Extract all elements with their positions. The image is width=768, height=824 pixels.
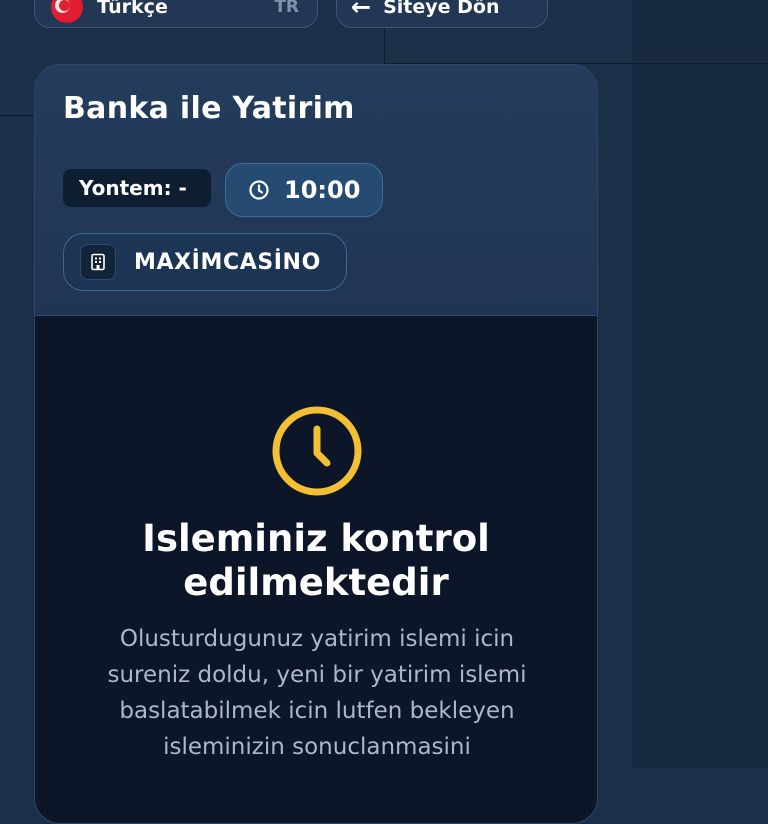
arrow-left-icon: ← <box>351 0 372 21</box>
background-panel <box>632 0 768 768</box>
card-header: Banka ile Yatirim Yontem: - 10:00 MAXİMC… <box>35 65 597 316</box>
deposit-card: Banka ile Yatirim Yontem: - 10:00 MAXİMC… <box>34 64 598 824</box>
status-desc-line: isleminizin sonuclanmasini <box>163 734 471 760</box>
back-to-site-label: Siteye Dön <box>383 0 500 18</box>
status-title-line: edilmektedir <box>183 561 449 604</box>
site-name: MAXİMCASİNO <box>134 249 321 275</box>
method-badge: Yontem: - <box>63 169 211 207</box>
status-desc-line: baslatabilmek icin lutfen bekleyen <box>119 698 515 724</box>
status-title-line: Isleminiz kontrol <box>142 517 490 560</box>
timer-value: 10:00 <box>284 176 361 204</box>
language-code: TR <box>274 0 299 17</box>
timer-badge: 10:00 <box>225 163 383 217</box>
status-description: Olusturdugunuz yatirim islemi icin suren… <box>65 621 569 765</box>
language-selector[interactable]: Türkçe TR <box>34 0 318 28</box>
page-title: Banka ile Yatirim <box>63 91 355 126</box>
turkey-flag-icon <box>51 0 83 23</box>
divider <box>0 115 34 116</box>
status-title: Isleminiz kontrol edilmektedir <box>35 517 597 605</box>
clock-icon <box>249 180 269 200</box>
status-desc-line: Olusturdugunuz yatirim islemi icin <box>119 626 515 652</box>
back-to-site-button[interactable]: ← Siteye Dön <box>336 0 548 28</box>
clock-large-icon <box>272 406 362 496</box>
site-badge: MAXİMCASİNO <box>63 233 347 291</box>
building-icon <box>80 244 116 280</box>
status-desc-line: sureniz doldu, yeni bir yatirim islemi <box>107 662 527 688</box>
language-label: Türkçe <box>97 0 168 18</box>
method-label: Yontem: - <box>79 176 187 200</box>
